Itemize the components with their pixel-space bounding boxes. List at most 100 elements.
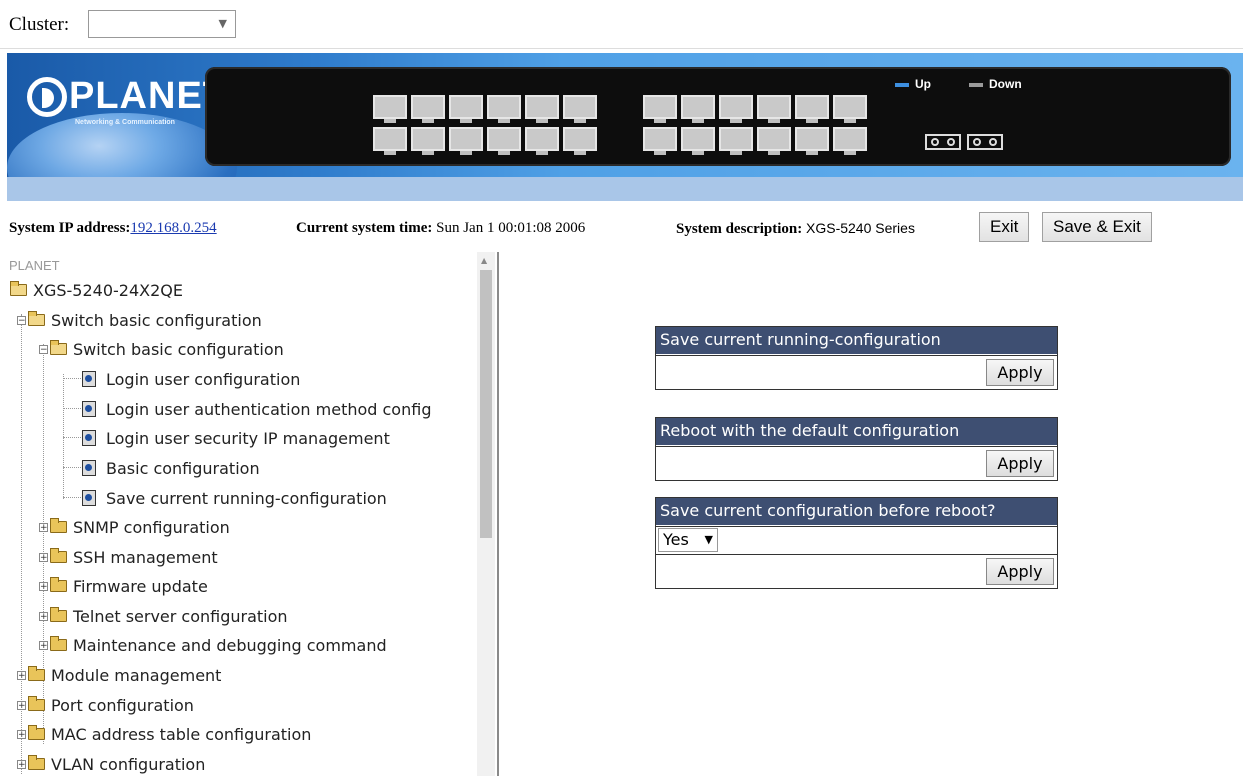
port-icon[interactable] (643, 127, 677, 155)
expand-icon[interactable]: + (39, 640, 48, 650)
tree-item-login-user[interactable]: Login user configuration (82, 366, 300, 392)
folder-icon (28, 755, 45, 770)
tree-label: Save current running-configuration (106, 488, 387, 508)
port-icon[interactable] (757, 95, 791, 123)
chevron-down-icon: ▼ (218, 17, 227, 30)
port-icon[interactable] (833, 95, 867, 123)
port-icon[interactable] (525, 95, 559, 123)
save-before-reboot-select[interactable]: Yes ▼ (658, 528, 718, 552)
port-icon[interactable] (757, 127, 791, 155)
scroll-up-icon[interactable]: ▲ (481, 256, 487, 265)
expand-icon[interactable]: + (39, 522, 48, 532)
expand-icon[interactable]: + (17, 759, 26, 769)
port-icon[interactable] (643, 95, 677, 123)
port-icon[interactable] (449, 127, 483, 155)
system-ip: System IP address:192.168.0.254 (9, 220, 217, 237)
tree-item-ssh[interactable]: + SSH management (39, 544, 218, 570)
port-icon[interactable] (373, 127, 407, 155)
expand-icon[interactable]: + (17, 729, 26, 739)
tree-label: Telnet server configuration (73, 606, 288, 626)
time-label: Current system time: (296, 220, 433, 236)
scrollbar-thumb[interactable] (480, 270, 492, 538)
qsfp-port-icon[interactable] (967, 134, 1003, 150)
system-time: Current system time: Sun Jan 1 00:01:08 … (296, 220, 585, 237)
qsfp-port-icon[interactable] (925, 134, 961, 150)
expand-icon[interactable]: + (39, 611, 48, 621)
box-title: Reboot with the default configuration (656, 418, 1057, 446)
folder-icon (50, 636, 67, 651)
tree-item-port[interactable]: + Port configuration (17, 692, 194, 718)
save-exit-button[interactable]: Save & Exit (1042, 212, 1152, 242)
collapse-icon[interactable]: − (39, 344, 48, 354)
tree-label: Switch basic configuration (51, 310, 262, 330)
apply-button[interactable]: Apply (986, 450, 1054, 477)
tree-item-save-running[interactable]: Save current running-configuration (82, 485, 387, 511)
tree-label: Login user authentication method config (106, 399, 432, 419)
tree-item-switch-basic[interactable]: − Switch basic configuration (17, 307, 262, 333)
expand-icon[interactable]: + (39, 552, 48, 562)
port-icon[interactable] (795, 127, 829, 155)
apply-button[interactable]: Apply (986, 359, 1054, 386)
tree-item-maintenance[interactable]: + Maintenance and debugging command (39, 632, 387, 658)
collapse-icon[interactable]: − (17, 315, 26, 325)
tree-item-telnet[interactable]: + Telnet server configuration (39, 603, 288, 629)
port-icon[interactable] (525, 127, 559, 155)
port-icon[interactable] (487, 127, 521, 155)
folder-icon (28, 696, 45, 711)
port-group-right (643, 95, 867, 155)
legend-up: Up (895, 77, 931, 91)
tree-item-login-auth[interactable]: Login user authentication method config (82, 396, 431, 422)
tree-item-module[interactable]: + Module management (17, 662, 221, 688)
expand-icon[interactable]: + (17, 700, 26, 710)
expand-icon[interactable]: + (39, 581, 48, 591)
legend-up-label: Up (915, 77, 931, 91)
ip-link[interactable]: 192.168.0.254 (130, 220, 216, 236)
port-icon[interactable] (681, 127, 715, 155)
tree-label: MAC address table configuration (51, 724, 312, 744)
logo-tagline: Networking & Communication (75, 119, 175, 126)
tree-label: SSH management (73, 547, 218, 567)
exit-button[interactable]: Exit (979, 212, 1030, 242)
port-group-left (373, 95, 597, 155)
port-icon[interactable] (487, 95, 521, 123)
port-icon[interactable] (795, 95, 829, 123)
desc-label: System description: (676, 221, 803, 237)
tree-item-vlan[interactable]: + VLAN configuration (17, 751, 205, 776)
port-icon[interactable] (411, 95, 445, 123)
tree-root-label: PLANET (9, 258, 60, 273)
tree-item-login-security[interactable]: Login user security IP management (82, 425, 390, 451)
down-swatch-icon (969, 82, 983, 87)
tree-item-switch-basic-sub[interactable]: − Switch basic configuration (39, 336, 284, 362)
port-icon[interactable] (563, 127, 597, 155)
port-icon[interactable] (411, 127, 445, 155)
folder-icon (50, 518, 67, 533)
box-action-row: Apply (656, 554, 1057, 588)
port-icon[interactable] (719, 127, 753, 155)
port-icon[interactable] (681, 95, 715, 123)
qsfp-ports (925, 134, 1003, 150)
tree-device[interactable]: XGS-5240-24X2QE (10, 277, 183, 303)
tree-scrollbar[interactable]: ▲ (477, 252, 495, 776)
tree-label: Firmware update (73, 576, 208, 596)
banner-subbar (7, 177, 1243, 201)
page-icon (82, 490, 96, 506)
cluster-select[interactable]: ▼ (88, 10, 236, 38)
port-icon[interactable] (449, 95, 483, 123)
box-action-row: Apply (656, 446, 1057, 480)
tree-item-mac[interactable]: + MAC address table configuration (17, 721, 311, 747)
port-icon[interactable] (833, 127, 867, 155)
tree-item-firmware[interactable]: + Firmware update (39, 573, 208, 599)
apply-button[interactable]: Apply (986, 558, 1054, 585)
port-icon[interactable] (373, 95, 407, 123)
page-icon (82, 460, 96, 476)
expand-icon[interactable]: + (17, 670, 26, 680)
tree-item-basic-config[interactable]: Basic configuration (82, 455, 260, 481)
tree-item-snmp[interactable]: + SNMP configuration (39, 514, 230, 540)
tree-label: Maintenance and debugging command (73, 635, 387, 655)
folder-open-icon (50, 340, 67, 355)
port-icon[interactable] (719, 95, 753, 123)
logo-text: PLANET (69, 75, 227, 117)
port-icon[interactable] (563, 95, 597, 123)
navigation-tree: PLANET XGS-5240-24X2QE − Switch basic co… (0, 252, 499, 776)
folder-icon (28, 725, 45, 740)
